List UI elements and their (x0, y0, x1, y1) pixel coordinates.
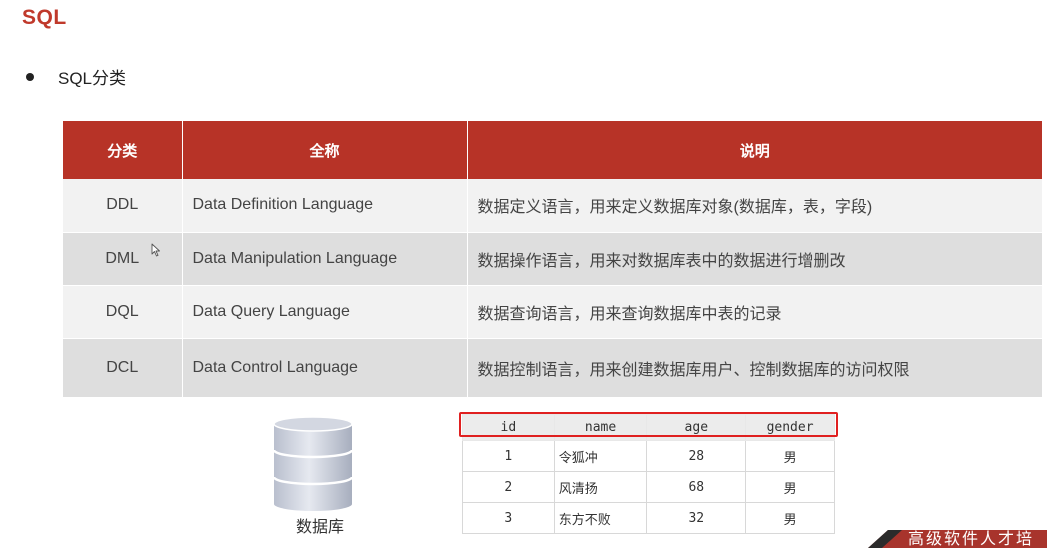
header-category: 分类 (63, 121, 182, 179)
sample-header-row: id name age gender (462, 414, 835, 441)
mouse-cursor-icon (151, 243, 160, 257)
cell-abbr: DDL (63, 179, 182, 232)
cell-full-name: Data Manipulation Language (181, 231, 467, 285)
table-row: 2 风清扬 68 男 (462, 471, 835, 503)
table-row: DCL Data Control Language 数据控制语言，用来创建数据库… (63, 337, 1042, 397)
cell-description: 数据查询语言，用来查询数据库中表的记录 (466, 284, 1042, 338)
table-row: 1 令狐冲 28 男 (462, 440, 835, 472)
cell-full-name: Data Control Language (181, 337, 467, 397)
table-row: DDL Data Definition Language 数据定义语言，用来定义… (63, 179, 1042, 232)
cell-name: 东方不败 (553, 502, 648, 534)
cell-id: 2 (462, 471, 555, 503)
cell-abbr: DCL (63, 337, 182, 397)
page-title: SQL (22, 6, 67, 29)
cell-full-name: Data Definition Language (181, 179, 467, 232)
database-label: 数据库 (296, 519, 345, 536)
cell-description: 数据操作语言，用来对数据库表中的数据进行增删改 (466, 231, 1042, 285)
table-row: DQL Data Query Language 数据查询语言，用来查询数据库中表… (63, 284, 1042, 338)
cell-abbr: DML (63, 231, 182, 285)
table-row: DML Data Manipulation Language 数据操作语言，用来… (63, 231, 1042, 285)
table-header-row: 分类 全称 说明 (63, 121, 1042, 179)
cell-age: 32 (646, 502, 747, 534)
cell-gender: 男 (745, 502, 835, 534)
sample-header-id: id (462, 414, 555, 441)
sample-data-table: id name age gender 1 令狐冲 28 男 2 风清扬 68 男… (462, 414, 835, 534)
cell-name: 令狐冲 (553, 440, 648, 472)
cell-description: 数据定义语言，用来定义数据库对象(数据库，表，字段) (466, 179, 1042, 232)
cell-abbr: DQL (63, 284, 182, 338)
sql-category-table: 分类 全称 说明 DDL Data Definition Language 数据… (63, 121, 1042, 397)
cell-gender: 男 (745, 471, 835, 503)
sample-header-name: name (553, 414, 648, 441)
table-row: 3 东方不败 32 男 (462, 502, 835, 534)
header-description: 说明 (466, 121, 1042, 179)
cell-name: 风清扬 (553, 471, 648, 503)
cell-age: 68 (646, 471, 747, 503)
sample-header-gender: gender (745, 414, 835, 441)
bullet-item: SQL分类 (26, 64, 126, 89)
cell-id: 1 (462, 440, 555, 472)
cell-gender: 男 (745, 440, 835, 472)
cell-full-name: Data Query Language (181, 284, 467, 338)
database-icon (272, 416, 354, 511)
watermark-text: 高级软件人才培 (908, 530, 1035, 548)
cell-id: 3 (462, 502, 555, 534)
bullet-text: SQL分类 (58, 69, 127, 88)
header-full-name: 全称 (181, 121, 467, 179)
cell-age: 28 (646, 440, 747, 472)
bullet-dot-icon (26, 72, 34, 81)
cell-description: 数据控制语言，用来创建数据库用户、控制数据库的访问权限 (466, 337, 1042, 397)
sample-header-age: age (646, 414, 747, 441)
